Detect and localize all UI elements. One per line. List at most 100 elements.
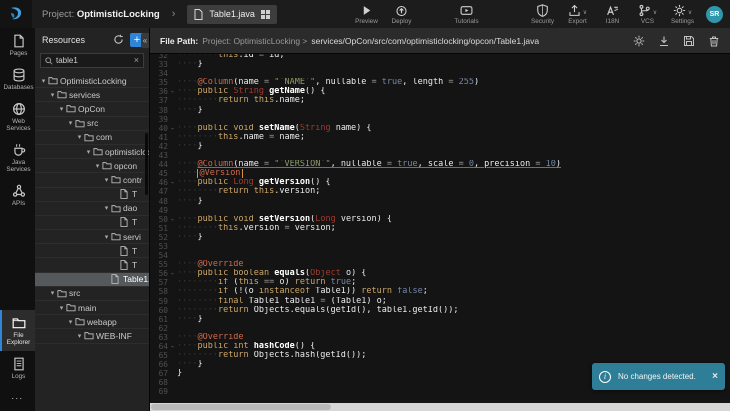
tree-expand-arrow-icon[interactable]: ▾ <box>75 332 84 340</box>
code-line[interactable]: 63····@Override <box>150 333 730 342</box>
tree-expand-arrow-icon[interactable]: ▾ <box>66 119 75 127</box>
grid-icon[interactable] <box>261 10 270 19</box>
code-line[interactable]: 65········return Objects.hash(getId()); <box>150 351 730 360</box>
code-line[interactable]: 34 <box>150 69 730 78</box>
tree-expand-arrow-icon[interactable]: ▾ <box>102 176 111 184</box>
tree-expand-arrow-icon[interactable]: ▾ <box>102 233 111 241</box>
tree-item-t[interactable]: T <box>35 258 149 272</box>
tree-item-com[interactable]: ▾com <box>35 131 149 145</box>
tree-expand-arrow-icon[interactable]: ▾ <box>39 77 48 85</box>
tree-item-optimisticlocking[interactable]: ▾OptimisticLocking <box>35 74 149 88</box>
tree-scrollbar[interactable] <box>145 133 148 195</box>
code-line[interactable]: 46-····public Long getVersion() { <box>150 178 730 187</box>
fold-marker[interactable]: - <box>168 269 177 278</box>
tree-expand-arrow-icon[interactable]: ▾ <box>66 318 75 326</box>
tree-item-optimisticlocking[interactable]: ▾optimisticlocking <box>35 145 149 159</box>
topbar-i18n-button[interactable]: I18N <box>595 0 630 28</box>
topbar-preview-button[interactable]: Preview <box>349 0 384 28</box>
tree-item-table1-java[interactable]: Table1.java <box>35 273 149 287</box>
tree-item-main[interactable]: ▾main <box>35 301 149 315</box>
code-line[interactable]: 36-····public String getName() { <box>150 87 730 96</box>
tree-expand-arrow-icon[interactable]: ▾ <box>84 148 93 156</box>
code-line[interactable]: 37········return this.name; <box>150 96 730 105</box>
code-line[interactable]: 43 <box>150 151 730 160</box>
tree-item-t[interactable]: T <box>35 244 149 258</box>
editor-horizontal-scrollbar[interactable] <box>150 403 730 411</box>
sidebar-item-web-services[interactable]: Web Services <box>0 96 35 137</box>
tree-item-webapp[interactable]: ▾webapp <box>35 315 149 329</box>
code-line[interactable]: 53 <box>150 242 730 251</box>
tree-item-src[interactable]: ▾src <box>35 117 149 131</box>
tree-expand-arrow-icon[interactable]: ▾ <box>75 133 84 141</box>
code-line[interactable]: 39 <box>150 115 730 124</box>
save-icon[interactable] <box>683 35 695 47</box>
tree-item-web-inf[interactable]: ▾WEB-INF <box>35 329 149 343</box>
code-line[interactable]: 56-····public boolean equals(Object o) { <box>150 269 730 278</box>
code-line[interactable]: 55····@Override <box>150 260 730 269</box>
code-line[interactable]: 64-····public int hashCode() { <box>150 342 730 351</box>
sidebar-item-logs[interactable]: Logs <box>0 351 35 385</box>
tree-expand-arrow-icon[interactable]: ▾ <box>57 105 66 113</box>
tree-item-t[interactable]: T <box>35 188 149 202</box>
refresh-icon[interactable] <box>113 34 125 46</box>
code-line[interactable]: 51········this.version = version; <box>150 224 730 233</box>
topbar-deploy-button[interactable]: Deploy <box>384 0 419 28</box>
topbar-export-button[interactable]: ∨Export <box>560 0 595 28</box>
tree-item-opcon[interactable]: ▾opcon <box>35 159 149 173</box>
topbar-tutorials-button[interactable]: Tutorials <box>449 0 484 28</box>
tab-table1-java[interactable]: Table1.java <box>187 5 277 24</box>
code-line[interactable]: 45····@Version <box>150 169 730 178</box>
tree-expand-arrow-icon[interactable]: ▾ <box>48 91 57 99</box>
code-line[interactable]: 35····@Column(name = "`NAME`", nullable … <box>150 78 730 87</box>
tree-item-contr[interactable]: ▾contr <box>35 173 149 187</box>
app-logo[interactable] <box>0 0 32 28</box>
code-line[interactable]: 40-····public void setName(String name) … <box>150 124 730 133</box>
code-line[interactable]: 57········if (this == o) return true; <box>150 278 730 287</box>
code-line[interactable]: 54 <box>150 251 730 260</box>
sidebar-item-file-explorer[interactable]: File Explorer <box>0 310 35 351</box>
tree-expand-arrow-icon[interactable]: ▾ <box>102 204 111 212</box>
clear-search-icon[interactable]: × <box>134 56 139 65</box>
topbar-vcs-button[interactable]: ∨VCS <box>630 0 665 28</box>
code-line[interactable]: 61····} <box>150 315 730 324</box>
code-line[interactable]: 42····} <box>150 142 730 151</box>
code-line[interactable]: 62 <box>150 324 730 333</box>
code-line[interactable]: 58········if (!(o instanceof Table1)) re… <box>150 287 730 296</box>
tree-item-opcon[interactable]: ▾OpCon <box>35 102 149 116</box>
delete-trash-icon[interactable] <box>708 35 720 47</box>
tree-expand-arrow-icon[interactable]: ▾ <box>57 304 66 312</box>
avatar[interactable]: SR <box>706 6 723 23</box>
tree-expand-arrow-icon[interactable]: ▾ <box>48 289 57 297</box>
code-line[interactable]: 52····} <box>150 233 730 242</box>
fold-marker[interactable]: - <box>168 87 177 96</box>
fold-marker[interactable]: - <box>168 342 177 351</box>
tree-item-dao[interactable]: ▾dao <box>35 202 149 216</box>
code-line[interactable]: 38····} <box>150 106 730 115</box>
code-line[interactable]: 60········return Objects.equals(getId(),… <box>150 306 730 315</box>
sidebar-item-databases[interactable]: Databases <box>0 62 35 96</box>
sidebar-item-java-services[interactable]: Java Services <box>0 137 35 178</box>
code-line[interactable]: 59········final Table1 table1 = (Table1)… <box>150 297 730 306</box>
tree-item-src[interactable]: ▾src <box>35 287 149 301</box>
settings-gear-icon[interactable] <box>633 35 645 47</box>
fold-marker[interactable]: - <box>168 124 177 133</box>
topbar-settings-button[interactable]: ∨Settings <box>665 0 700 28</box>
code-line[interactable]: 49 <box>150 206 730 215</box>
code-line[interactable]: 33····} <box>150 60 730 69</box>
search-input[interactable] <box>56 56 131 65</box>
toast-close-icon[interactable]: × <box>712 372 718 382</box>
tree-expand-arrow-icon[interactable]: ▾ <box>93 162 102 170</box>
fold-marker[interactable]: - <box>168 178 177 187</box>
tree-item-servi[interactable]: ▾servi <box>35 230 149 244</box>
download-icon[interactable] <box>658 35 670 47</box>
sidebar-more-button[interactable]: ... <box>0 385 35 411</box>
code-line[interactable]: 50-····public void setVersion(Long versi… <box>150 215 730 224</box>
fold-marker[interactable]: - <box>168 215 177 224</box>
code-editor[interactable]: 32········this.id = id;33····}3435····@C… <box>150 54 730 403</box>
sidebar-item-pages[interactable]: Pages <box>0 28 35 62</box>
topbar-security-button[interactable]: Security <box>525 0 560 28</box>
code-line[interactable]: 41········this.name = name; <box>150 133 730 142</box>
collapse-panel-icon[interactable]: « <box>141 33 149 48</box>
code-line[interactable]: 44····@Column(name = "`VERSION`", nullab… <box>150 160 730 169</box>
sidebar-item-apis[interactable]: APIs <box>0 178 35 212</box>
